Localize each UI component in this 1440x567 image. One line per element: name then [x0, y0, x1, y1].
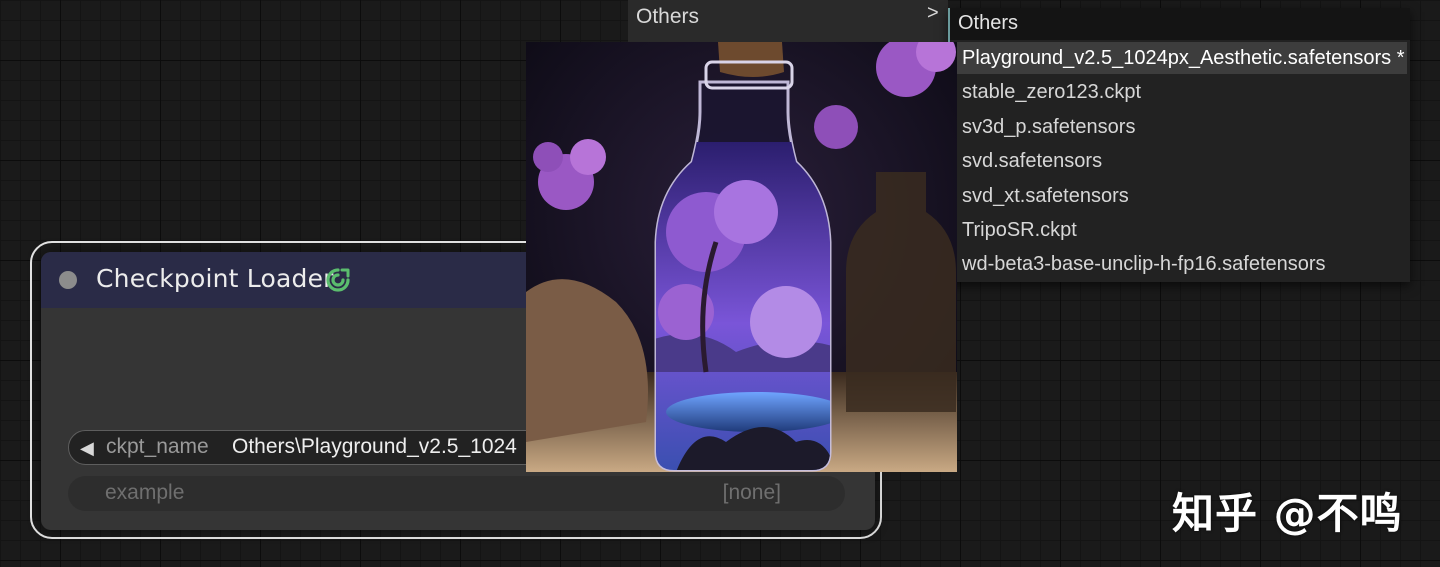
node-title: Checkpoint Loader	[96, 264, 334, 293]
dropdown-item[interactable]: stable_zero123.ckpt	[953, 76, 1407, 108]
submenu-arrow-icon: >	[927, 2, 939, 24]
combo-prev-arrow-icon[interactable]: ◀	[80, 438, 94, 459]
submenu-label: Others	[636, 5, 700, 28]
dropdown-item[interactable]: svd_xt.safetensors	[953, 180, 1407, 212]
dropdown-item[interactable]: sv3d_p.safetensors	[953, 111, 1407, 143]
dropdown-item[interactable]: svd.safetensors	[953, 145, 1407, 177]
example-label: example	[105, 481, 185, 504]
ckpt-name-value: Others\Playground_v2.5_1024	[232, 435, 517, 458]
ckpt-name-label: ckpt_name	[106, 435, 209, 458]
bottle-illustration	[526, 42, 957, 472]
dropdown-title: Others	[958, 12, 1019, 34]
node-collapse-dot[interactable]	[59, 271, 77, 289]
checkpoint-preview-image	[526, 42, 957, 472]
example-value: [none]	[722, 481, 781, 504]
dropdown-header: Others	[950, 8, 1410, 40]
submenu-others[interactable]: Others >	[628, 0, 948, 42]
comfy-logo-icon	[326, 268, 350, 292]
checkpoint-dropdown[interactable]: Others Playground_v2.5_1024px_Aesthetic.…	[948, 8, 1410, 282]
watermark-text: 知乎 @不鸣	[1172, 489, 1403, 538]
dropdown-item[interactable]: Playground_v2.5_1024px_Aesthetic.safeten…	[953, 42, 1407, 74]
example-combo[interactable]: example [none]	[68, 476, 845, 511]
dropdown-item[interactable]: TripoSR.ckpt	[953, 214, 1407, 246]
dropdown-item[interactable]: wd-beta3-base-unclip-h-fp16.safetensors	[953, 248, 1407, 280]
